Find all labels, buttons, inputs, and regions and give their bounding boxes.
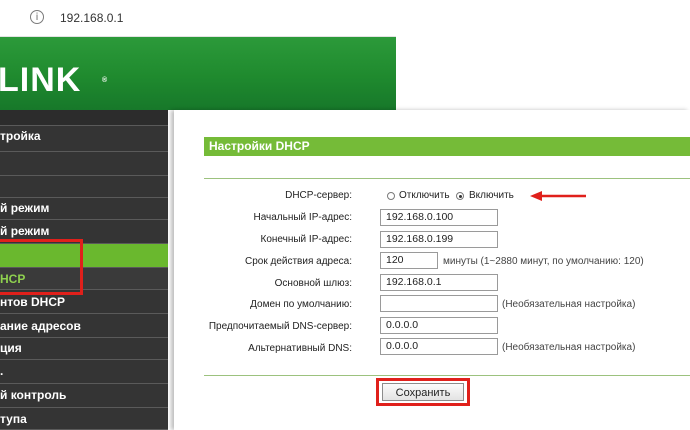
dhcp-disable-radio[interactable] xyxy=(387,192,395,200)
sidebar-item[interactable]: . xyxy=(0,360,168,384)
dhcp-disable-label[interactable]: Отключить xyxy=(399,190,450,201)
sidebar-item[interactable] xyxy=(0,176,168,198)
sidebar-item-access-control[interactable]: тупа xyxy=(0,408,168,430)
panel-title: Настройки DHCP xyxy=(204,137,690,156)
dhcp-server-label: DHCP-сервер: xyxy=(285,190,352,201)
sidebar-item-address-reservation[interactable]: ание адресов xyxy=(0,314,168,338)
lease-time-label: Срок действия адреса: xyxy=(244,256,352,267)
url-text[interactable]: 192.168.0.1 xyxy=(60,11,123,25)
domain-input[interactable] xyxy=(380,295,498,312)
dns-primary-input[interactable]: 0.0.0.0 xyxy=(380,317,498,334)
separator-top xyxy=(204,178,690,179)
registered-mark: ® xyxy=(102,77,108,84)
gateway-label: Основной шлюз: xyxy=(274,278,352,289)
end-ip-label: Конечный IP-адрес: xyxy=(260,234,353,245)
dns-primary-label: Предпочитаемый DNS-сервер: xyxy=(208,321,352,332)
start-ip-label: Начальный IP-адрес: xyxy=(253,212,352,223)
domain-note: (Необязательная настройка) xyxy=(502,299,636,310)
sidebar-item[interactable]: тройка xyxy=(0,126,168,152)
sidebar-item[interactable]: й режим xyxy=(0,198,168,220)
lease-time-note: минуты (1~2880 минут, по умолчанию: 120) xyxy=(443,256,644,267)
separator-bottom xyxy=(204,375,690,376)
address-bar[interactable]: i 192.168.0.1 xyxy=(0,0,396,37)
gateway-input[interactable]: 192.168.0.1 xyxy=(380,274,498,291)
start-ip-input[interactable]: 192.168.0.100 xyxy=(380,209,498,226)
sidebar-item-parental-control[interactable]: й контроль xyxy=(0,384,168,408)
annotation-save-highlight: Сохранить xyxy=(376,378,470,406)
save-button[interactable]: Сохранить xyxy=(382,383,464,401)
dhcp-enable-radio[interactable] xyxy=(456,192,464,200)
end-ip-input[interactable]: 192.168.0.199 xyxy=(380,231,498,248)
domain-label: Домен по умолчанию: xyxy=(250,299,352,310)
sidebar-item[interactable] xyxy=(0,152,168,176)
sidebar-item[interactable] xyxy=(0,110,168,126)
dns-alt-label: Альтернативный DNS: xyxy=(248,343,352,354)
info-icon[interactable]: i xyxy=(30,10,44,24)
dhcp-settings-panel: Настройки DHCP DHCP-сервер: Отключить Вк… xyxy=(174,110,690,430)
lease-time-input[interactable]: 120 xyxy=(380,252,438,269)
dhcp-enable-label[interactable]: Включить xyxy=(469,190,514,201)
annotation-arrow-icon xyxy=(530,191,586,201)
dns-alt-note: (Необязательная настройка) xyxy=(502,342,636,353)
annotation-highlight-box xyxy=(0,239,83,295)
dns-alt-input[interactable]: 0.0.0.0 xyxy=(380,338,498,355)
brand-header: LINK ® xyxy=(0,37,396,110)
tp-link-logo: LINK xyxy=(0,61,82,99)
sidebar-item[interactable]: ция xyxy=(0,338,168,360)
